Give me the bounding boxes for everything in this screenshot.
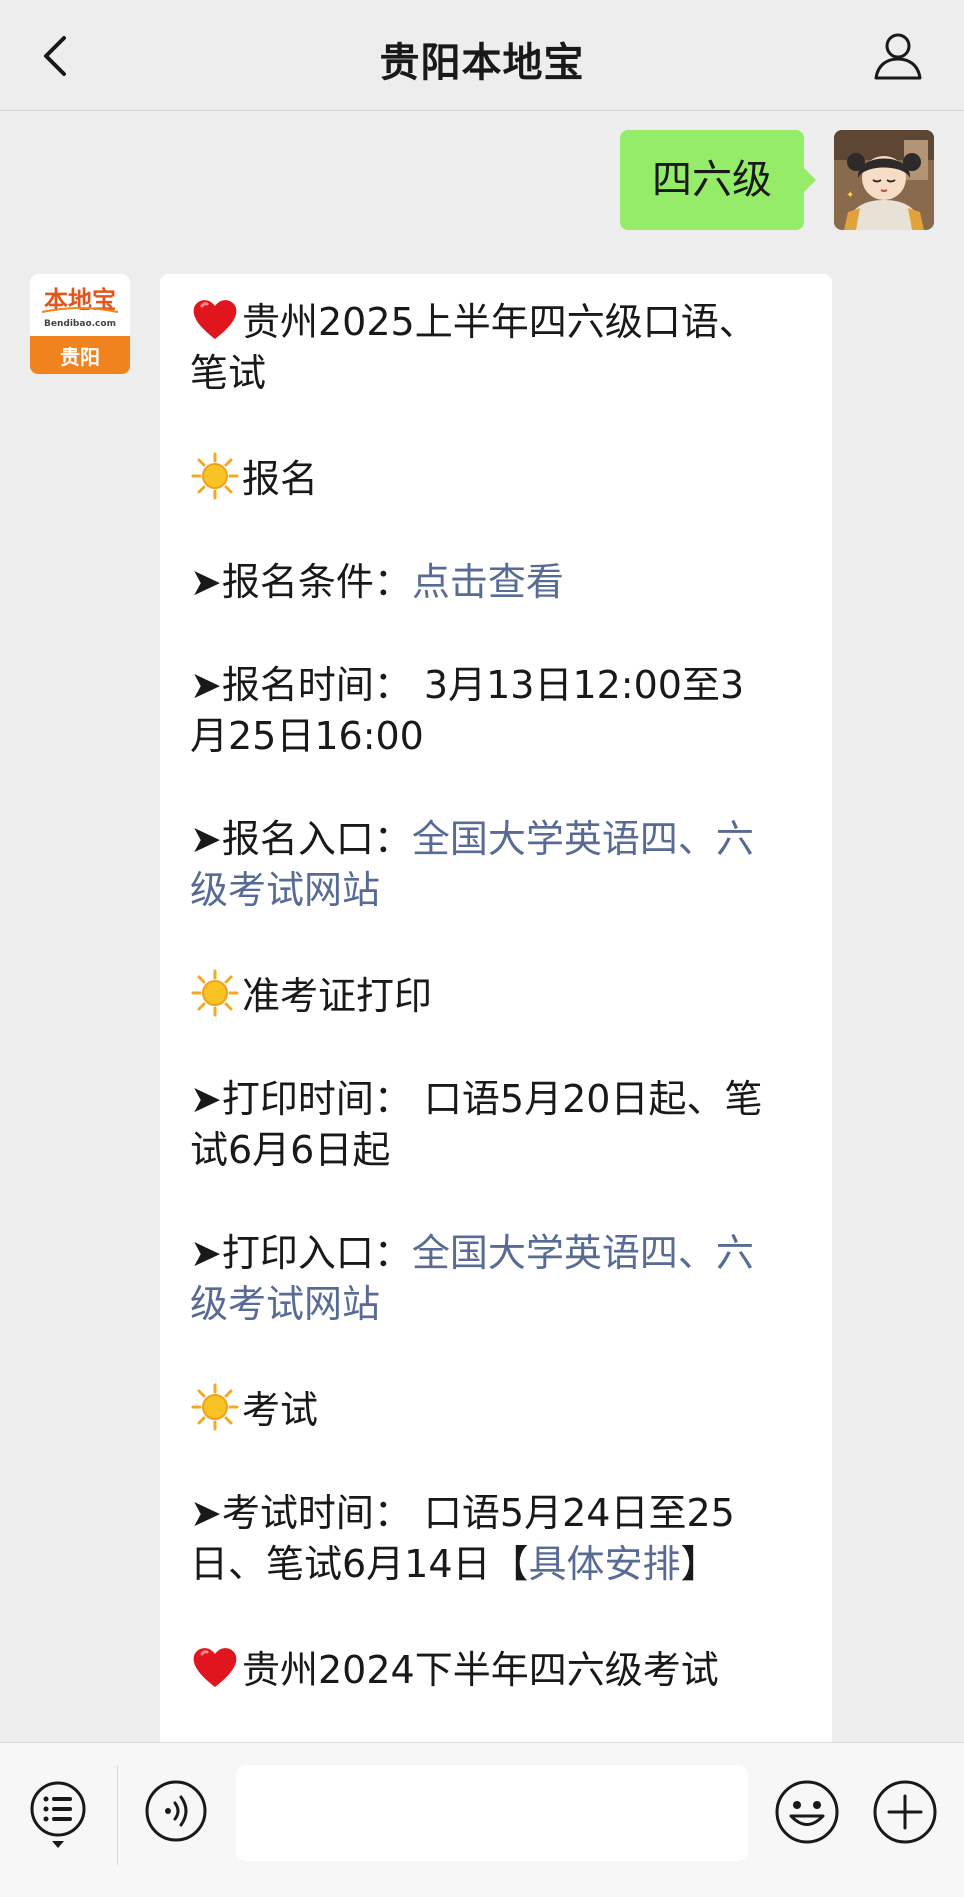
- bendibao-logo-avatar[interactable]: 本地宝 Bendibao.com 贵阳: [30, 274, 130, 374]
- top-nav-bar: 贵阳本地宝: [0, 0, 964, 111]
- signup-entry-link[interactable]: 全国大学英语四、六: [412, 817, 754, 861]
- print-entry: ➤打印入口：全国大学英语四、六: [190, 1231, 754, 1275]
- red-heart-icon: [193, 1648, 237, 1687]
- message-heading-2025: 贵州2025上半年四六级口语、: [190, 294, 804, 348]
- print-entry-cont: 级考试网站: [190, 1279, 804, 1330]
- exam-time-cont: 日、笔试6月14日【具体安排】: [190, 1542, 719, 1586]
- exam-schedule-link[interactable]: 具体安排: [529, 1542, 681, 1586]
- print-time: ➤打印时间： 口语5月20日起、笔: [190, 1077, 763, 1121]
- logo-domain: Bendibao.com: [44, 319, 116, 329]
- print-entry-link[interactable]: 全国大学英语四、六: [412, 1231, 754, 1275]
- svg-text:✦: ✦: [846, 190, 854, 201]
- page-title: 贵阳本地宝: [379, 40, 585, 86]
- message-heading-2025-cont: 笔试: [190, 351, 267, 395]
- message-input[interactable]: [236, 1765, 748, 1861]
- voice-icon[interactable]: [144, 1779, 208, 1843]
- input-divider: [117, 1765, 118, 1865]
- logo-city: 贵阳: [60, 345, 100, 369]
- signup-entry-link-cont[interactable]: 级考试网站: [190, 868, 380, 912]
- signup-condition-link[interactable]: 点击查看: [412, 560, 564, 604]
- chat-input-bar: [0, 1742, 964, 1897]
- person-icon[interactable]: [872, 30, 924, 82]
- plus-icon[interactable]: [872, 1779, 938, 1845]
- sun-icon: [191, 1383, 239, 1431]
- print-entry-link-cont[interactable]: 级考试网站: [190, 1282, 380, 1326]
- exam-time: ➤考试时间： 口语5月24日至25: [190, 1491, 735, 1535]
- incoming-message-bubble: 贵州2025上半年四六级口语、 笔试 报名 ➤报名条件：点击查看 ➤报名时间： …: [160, 274, 832, 1804]
- red-heart-icon: [193, 300, 237, 339]
- section-signup: 报名: [190, 451, 804, 505]
- sun-icon: [191, 969, 239, 1017]
- section-exam: 考试: [190, 1382, 804, 1436]
- signup-time-cont: 月25日16:00: [190, 714, 424, 758]
- list-menu-icon[interactable]: [28, 1779, 88, 1851]
- signup-condition: ➤报名条件：点击查看: [190, 560, 564, 604]
- print-time-cont: 试6月6日起: [190, 1128, 391, 1172]
- signup-entry-cont: 级考试网站: [190, 865, 804, 916]
- signup-time: ➤报名时间： 3月13日12:00至3: [190, 663, 745, 707]
- sun-icon: [191, 452, 239, 500]
- signup-entry: ➤报名入口：全国大学英语四、六: [190, 817, 754, 861]
- outgoing-message-text: 四六级: [652, 157, 772, 203]
- smiley-icon[interactable]: [774, 1779, 840, 1845]
- section-admission-ticket: 准考证打印: [190, 968, 804, 1022]
- message-heading-2024: 贵州2024下半年四六级考试: [190, 1642, 804, 1696]
- user-avatar[interactable]: ✦: [834, 130, 934, 230]
- outgoing-message-bubble[interactable]: 四六级: [620, 130, 816, 230]
